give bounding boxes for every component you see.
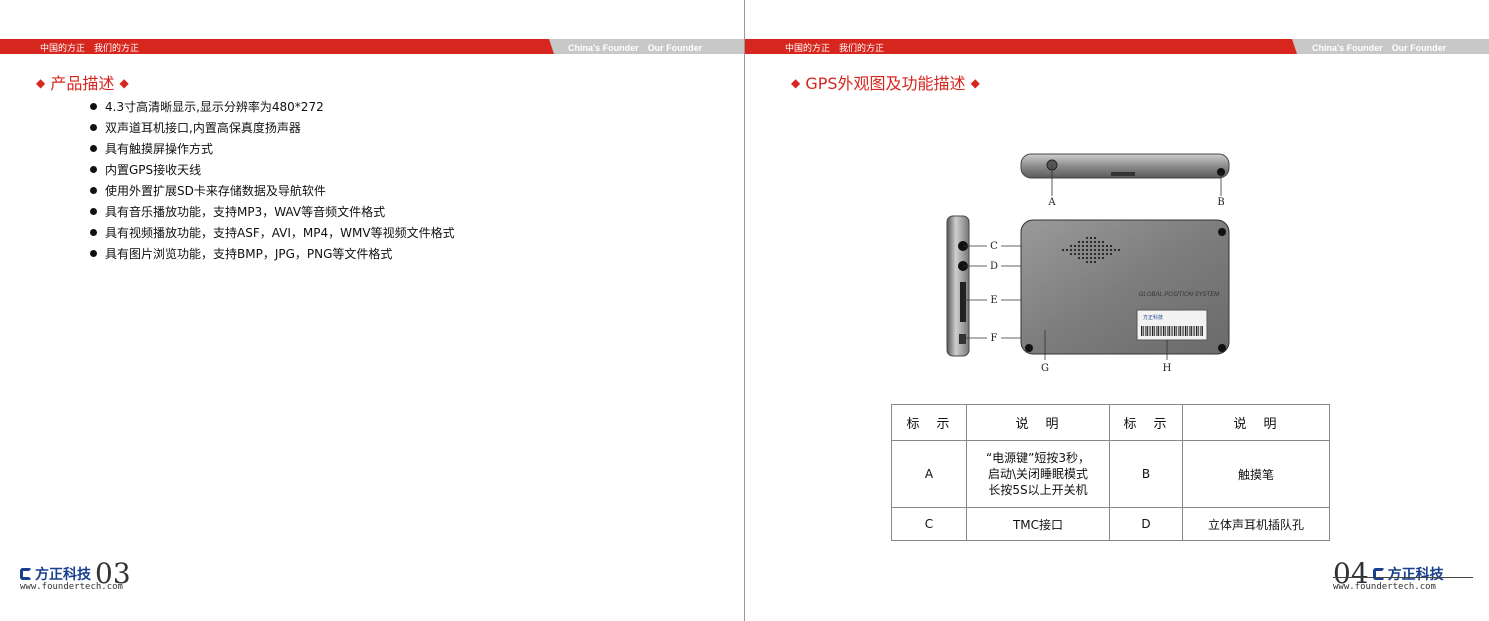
back-print: GLOBAL POSITION SYSTEM <box>1139 292 1220 298</box>
table-row: C TMC接口 D 立体声耳机插队孔 <box>891 507 1330 541</box>
table-cell: 触摸笔 <box>1182 440 1330 508</box>
header-band: 中国的方正 我们的方正 China's Founder Our Founder <box>745 39 1489 54</box>
founder-logo: 方正科技 <box>20 564 91 584</box>
sticker-brand: 方正科技 <box>1143 314 1163 321</box>
list-item: 具有视频播放功能，支持ASF，AVI，MP4，WMV等视频文件格式 <box>90 222 455 243</box>
callout-label: E <box>990 295 997 306</box>
function-table: 标 示 说 明 标 示 说 明 A “电源键”短按3秒， 启动\关闭睡眠模式 长… <box>891 404 1330 541</box>
callout-label: H <box>1163 363 1172 374</box>
diamond-icon: ◆ <box>36 76 46 90</box>
table-cell: “电源键”短按3秒， 启动\关闭睡眠模式 长按5S以上开关机 <box>966 440 1110 508</box>
list-item: 双声道耳机接口,内置高保真度扬声器 <box>90 117 455 138</box>
feature-list: 4.3寸高清晰显示,显示分辨率为480*272 双声道耳机接口,内置高保真度扬声… <box>90 96 455 264</box>
bullet-icon <box>90 166 97 173</box>
section-title: ◆ GPS外观图及功能描述 ◆ <box>791 70 980 94</box>
band-slogan-cn: 中国的方正 我们的方正 <box>785 44 885 54</box>
list-item: 4.3寸高清晰显示,显示分辨率为480*272 <box>90 96 455 117</box>
gps-device-illustration: GLOBAL POSITION SYSTEM 方正科技 A B C D E F … <box>941 148 1241 380</box>
callout-label: G <box>1041 363 1049 374</box>
table-row: A “电源键”短按3秒， 启动\关闭睡眠模式 长按5S以上开关机 B 触摸笔 <box>891 440 1330 508</box>
list-item: 具有图片浏览功能，支持BMP，JPG，PNG等文件格式 <box>90 243 455 264</box>
device-back-view: GLOBAL POSITION SYSTEM 方正科技 <box>1020 219 1230 355</box>
table-header: 标 示 <box>1109 404 1183 441</box>
list-item: 具有触摸屏操作方式 <box>90 138 455 159</box>
bullet-icon <box>90 229 97 236</box>
table-cell: D <box>1109 507 1183 541</box>
bullet-icon <box>90 250 97 257</box>
device-side-view <box>946 215 970 357</box>
footer-rule <box>1333 577 1473 578</box>
founder-logo: 方正科技 <box>1372 564 1444 584</box>
section-title-text: GPS外观图及功能描述 <box>805 74 966 93</box>
page-04: 中国的方正 我们的方正 China's Founder Our Founder … <box>745 0 1489 621</box>
callout-label: F <box>991 333 998 344</box>
band-slant <box>549 39 565 54</box>
list-item: 使用外置扩展SD卡来存储数据及导航软件 <box>90 180 455 201</box>
diamond-icon: ◆ <box>119 76 129 90</box>
table-header: 标 示 <box>891 404 967 441</box>
founder-logo-icon <box>1372 568 1385 580</box>
bullet-icon <box>90 208 97 215</box>
table-cell: TMC接口 <box>966 507 1110 541</box>
band-slogan-en: China's Founder Our Founder <box>568 43 703 53</box>
list-item: 具有音乐播放功能，支持MP3，WAV等音频文件格式 <box>90 201 455 222</box>
bullet-icon <box>90 103 97 110</box>
bullet-icon <box>90 187 97 194</box>
diamond-icon: ◆ <box>970 76 980 90</box>
gps-device-drawing: GLOBAL POSITION SYSTEM 方正科技 A B C D E F … <box>946 153 1230 374</box>
page-03: 中国的方正 我们的方正 China's Founder Our Founder … <box>0 0 745 621</box>
list-item: 内置GPS接收天线 <box>90 159 455 180</box>
section-title-text: 产品描述 <box>50 74 115 93</box>
callout-label: B <box>1217 197 1224 208</box>
founder-logo-icon <box>20 568 32 580</box>
bullet-icon <box>90 145 97 152</box>
callout-label: D <box>990 261 998 272</box>
callout-label: A <box>1047 197 1056 208</box>
table-cell: C <box>891 507 967 541</box>
footer-url: www.foundertech.com <box>20 582 123 592</box>
table-cell: B <box>1109 440 1183 508</box>
table-header: 说 明 <box>1182 404 1330 441</box>
table-cell: A <box>891 440 967 508</box>
band-slogan-cn: 中国的方正 我们的方正 <box>40 44 140 54</box>
table-cell: 立体声耳机插队孔 <box>1182 507 1330 541</box>
table-header: 说 明 <box>966 404 1110 441</box>
table-header-row: 标 示 说 明 标 示 说 明 <box>891 404 1330 441</box>
footer-url: www.foundertech.com <box>1333 582 1436 592</box>
bullet-icon <box>90 124 97 131</box>
header-band: 中国的方正 我们的方正 China's Founder Our Founder <box>0 39 744 54</box>
callout-label: C <box>990 241 998 252</box>
band-slant <box>1292 39 1308 54</box>
diamond-icon: ◆ <box>791 76 801 90</box>
band-slogan-en: China's Founder Our Founder <box>1312 43 1447 53</box>
section-title: ◆ 产品描述 ◆ <box>36 70 129 94</box>
